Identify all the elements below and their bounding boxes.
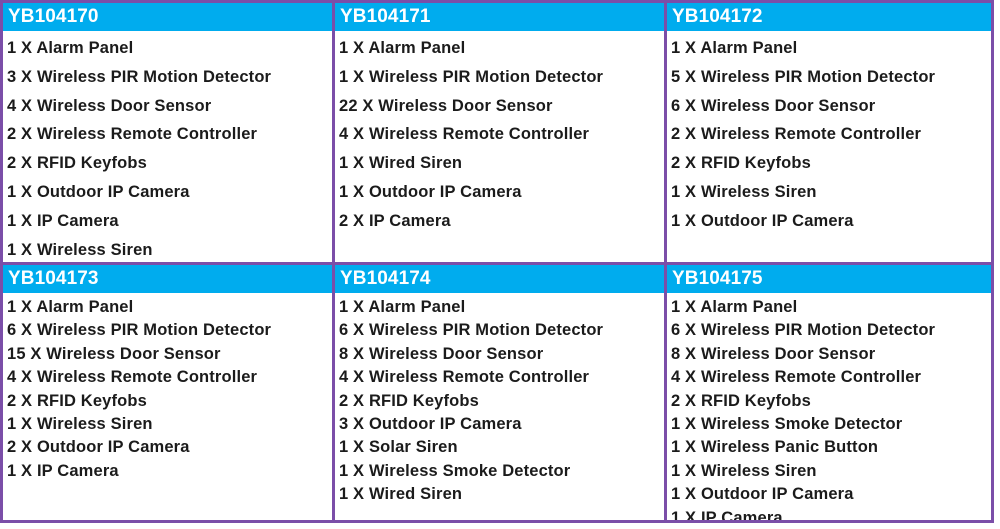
kit-item: 1 X Wired Siren bbox=[339, 154, 463, 173]
kit-item: 1 X Wired Siren bbox=[339, 485, 463, 504]
kit-model-header: YB104171 bbox=[335, 3, 664, 31]
kit-item-list: 1 X Alarm Panel 6 X Wireless PIR Motion D… bbox=[3, 293, 332, 520]
kit-model-header: YB104170 bbox=[3, 3, 332, 31]
kit-item: 4 X Wireless Remote Controller bbox=[339, 368, 590, 387]
kit-item: 2 X Wireless Remote Controller bbox=[671, 125, 922, 144]
kit-item: 1 X IP Camera bbox=[7, 461, 119, 480]
kit-item: 1 X Wireless Siren bbox=[671, 461, 817, 480]
kit-item: 2 X RFID Keyfobs bbox=[671, 391, 811, 410]
kit-item: 6 X Wireless Door Sensor bbox=[671, 96, 876, 115]
kit-item: 1 X Alarm Panel bbox=[7, 298, 134, 316]
kit-item-list: 1 X Alarm Panel 1 X Wireless PIR Motion D… bbox=[335, 31, 664, 262]
kit-cell: YB104171 1 X Alarm Panel 1 X Wireless PIR … bbox=[335, 3, 667, 262]
kit-cell: YB104170 1 X Alarm Panel 3 X Wireless PIR … bbox=[3, 3, 335, 262]
kit-item: 3 X Outdoor IP Camera bbox=[339, 414, 522, 433]
kit-item: 1 X Wireless PIR Motion Detector bbox=[339, 67, 604, 86]
kit-item: 5 X Wireless PIR Motion Detector bbox=[671, 67, 936, 86]
kit-item: 1 X Alarm Panel bbox=[339, 298, 466, 316]
kit-item: 1 X Wireless Siren bbox=[7, 240, 153, 259]
kit-item: 2 X RFID Keyfobs bbox=[671, 154, 811, 173]
kit-item: 1 X Solar Siren bbox=[339, 438, 458, 457]
kit-model-header: YB104172 bbox=[667, 3, 991, 31]
kit-item: 1 X Wireless Smoke Detector bbox=[671, 414, 903, 433]
kit-item: 1 X Outdoor IP Camera bbox=[7, 182, 190, 201]
table-row: YB104170 1 X Alarm Panel 3 X Wireless PIR … bbox=[3, 3, 991, 265]
kit-item: 1 X Alarm Panel bbox=[671, 298, 798, 316]
kit-item: 2 X Outdoor IP Camera bbox=[7, 438, 190, 457]
kit-item: 2 X Wireless Remote Controller bbox=[7, 125, 258, 144]
kit-cell: YB104175 1 X Alarm Panel 6 X Wireless PIR … bbox=[667, 265, 991, 520]
kit-item: 1 X Outdoor IP Camera bbox=[671, 211, 854, 230]
kit-item: 6 X Wireless PIR Motion Detector bbox=[7, 321, 272, 340]
kit-cell: YB104172 1 X Alarm Panel 5 X Wireless PIR … bbox=[667, 3, 991, 262]
kit-item: 8 X Wireless Door Sensor bbox=[671, 344, 876, 363]
kit-item: 1 X IP Camera bbox=[671, 508, 783, 520]
kit-model-header: YB104174 bbox=[335, 265, 664, 293]
kit-item: 2 X RFID Keyfobs bbox=[7, 391, 147, 410]
kit-item: 1 X Alarm Panel bbox=[671, 39, 798, 57]
kit-item: 1 X Outdoor IP Camera bbox=[339, 182, 522, 201]
kit-item-list: 1 X Alarm Panel 6 X Wireless PIR Motion D… bbox=[667, 293, 991, 520]
kit-item: 1 X Alarm Panel bbox=[7, 39, 134, 57]
kit-item: 1 X Wireless Smoke Detector bbox=[339, 461, 571, 480]
kit-item: 15 X Wireless Door Sensor bbox=[7, 344, 221, 363]
kit-cell: YB104174 1 X Alarm Panel 6 X Wireless PIR … bbox=[335, 265, 667, 520]
kit-item: 22 X Wireless Door Sensor bbox=[339, 96, 553, 115]
kit-item: 1 X Outdoor IP Camera bbox=[671, 485, 854, 504]
kit-item: 4 X Wireless Door Sensor bbox=[7, 96, 212, 115]
kit-item: 1 X Wireless Siren bbox=[671, 182, 817, 201]
kit-model-header: YB104173 bbox=[3, 265, 332, 293]
kit-item: 1 X IP Camera bbox=[7, 211, 119, 230]
kit-comparison-table: YB104170 1 X Alarm Panel 3 X Wireless PIR … bbox=[0, 0, 994, 523]
kit-item: 4 X Wireless Remote Controller bbox=[7, 368, 258, 387]
kit-item: 2 X IP Camera bbox=[339, 211, 451, 230]
kit-item-list: 1 X Alarm Panel 6 X Wireless PIR Motion D… bbox=[335, 293, 664, 520]
kit-cell: YB104173 1 X Alarm Panel 6 X Wireless PIR … bbox=[3, 265, 335, 520]
kit-item: 4 X Wireless Remote Controller bbox=[671, 368, 922, 387]
table-row: YB104173 1 X Alarm Panel 6 X Wireless PIR … bbox=[3, 265, 991, 520]
kit-item: 4 X Wireless Remote Controller bbox=[339, 125, 590, 144]
kit-item: 3 X Wireless PIR Motion Detector bbox=[7, 67, 272, 86]
kit-item-list: 1 X Alarm Panel 5 X Wireless PIR Motion D… bbox=[667, 31, 991, 262]
kit-item-list: 1 X Alarm Panel 3 X Wireless PIR Motion D… bbox=[3, 31, 332, 262]
kit-item: 2 X RFID Keyfobs bbox=[7, 154, 147, 173]
kit-item: 1 X Wireless Panic Button bbox=[671, 438, 879, 457]
kit-item: 2 X RFID Keyfobs bbox=[339, 391, 479, 410]
kit-model-header: YB104175 bbox=[667, 265, 991, 293]
kit-item: 1 X Alarm Panel bbox=[339, 39, 466, 57]
kit-item: 1 X Wireless Siren bbox=[7, 414, 153, 433]
kit-item: 6 X Wireless PIR Motion Detector bbox=[671, 321, 936, 340]
kit-item: 6 X Wireless PIR Motion Detector bbox=[339, 321, 604, 340]
kit-item: 8 X Wireless Door Sensor bbox=[339, 344, 544, 363]
